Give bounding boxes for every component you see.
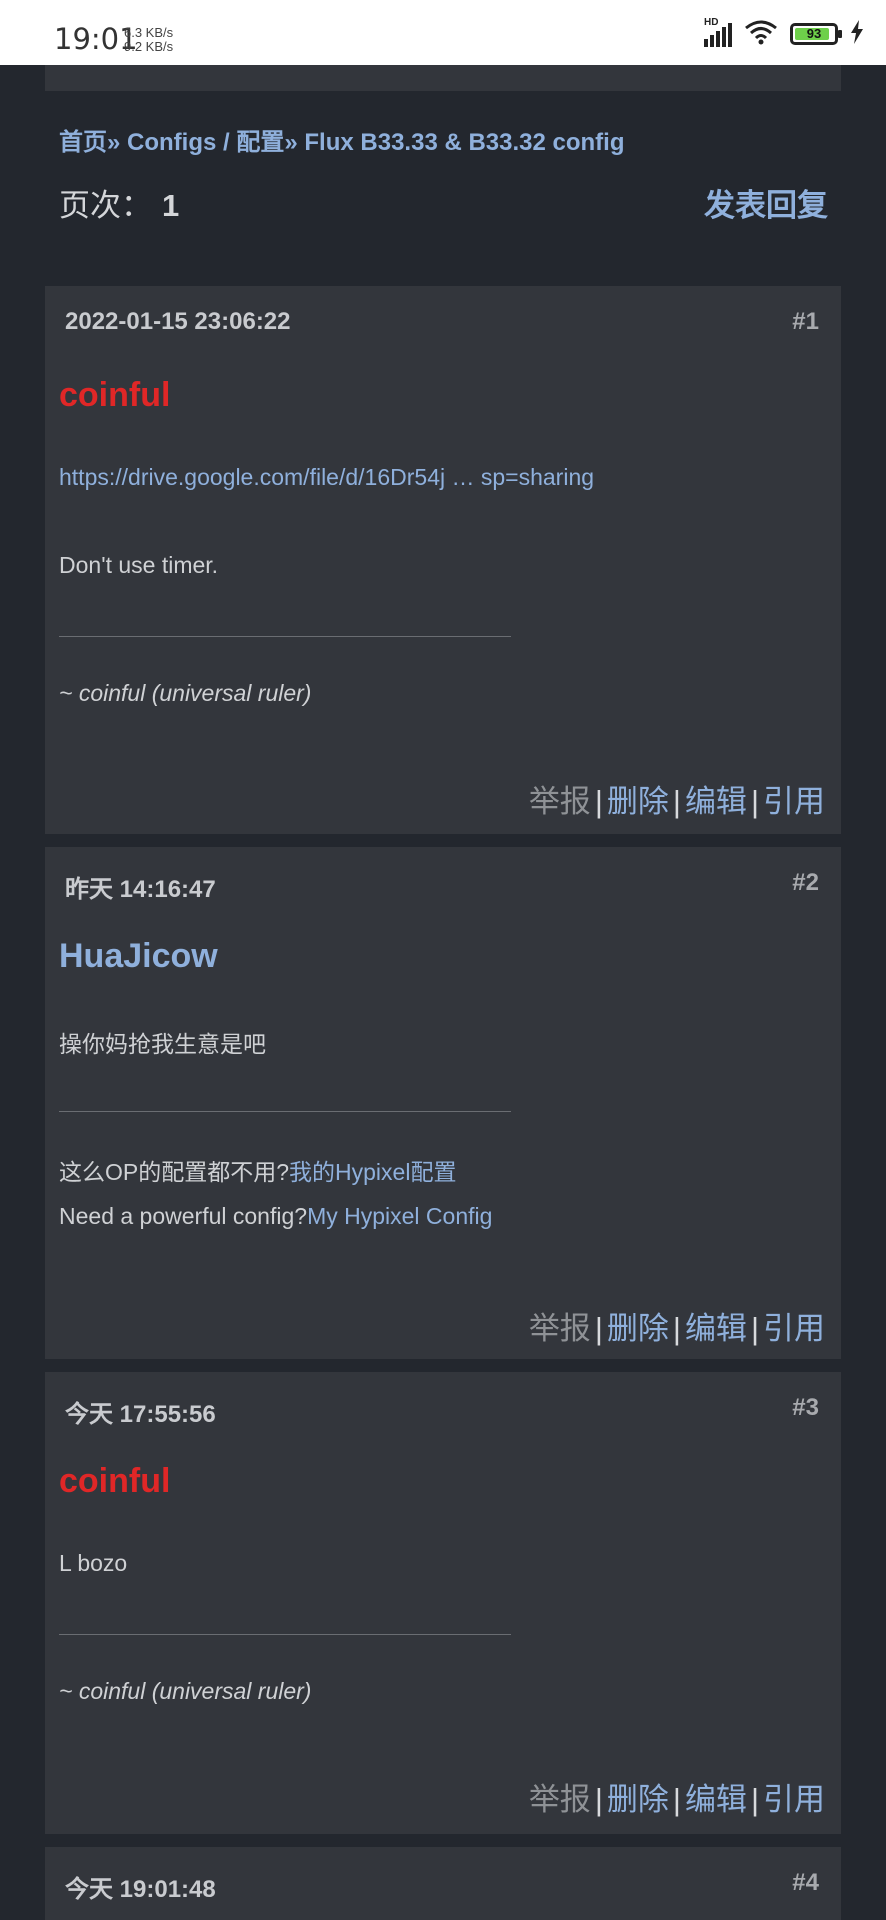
upload-speed: 6.3 KB/s [124,25,174,40]
post-author[interactable]: coinful [59,376,170,415]
edit-button[interactable]: 编辑 [685,1311,747,1346]
header-strip [45,65,841,91]
post-link[interactable]: https://drive.google.com/file/d/16Dr54j … [59,464,594,491]
status-bar: 19:01 6.3 KB/s 9.2 KB/s HD 93 [0,0,886,65]
network-speed: 6.3 KB/s 9.2 KB/s [124,26,173,54]
action-separator: | [594,784,603,819]
delete-button[interactable]: 删除 [607,1782,669,1817]
action-separator: | [594,1782,603,1817]
delete-button[interactable]: 删除 [607,1311,669,1346]
status-icons: HD 93 [704,17,864,50]
post-number[interactable]: #1 [792,308,819,336]
post-body: 操你妈抢我生意是吧 [59,1031,266,1057]
breadcrumb-forum[interactable]: Configs / 配置 [127,129,284,156]
post-body: Don't use timer. [59,552,219,578]
edit-button[interactable]: 编辑 [685,784,747,819]
signature-link[interactable]: My Hypixel Config [307,1203,492,1229]
post-date: 今天 17:55:56 [65,1401,216,1428]
breadcrumb-home[interactable]: 首页 [59,129,107,156]
download-speed: 9.2 KB/s [124,39,174,54]
post-date: 昨天 14:16:47 [65,876,216,903]
quote-button[interactable]: 引用 [763,1311,825,1346]
breadcrumb-separator: » [107,129,121,156]
post: 今天 17:55:56 #3 coinful L bozo ~ coinful … [45,1372,841,1834]
signature-divider [59,1111,511,1112]
signature-text: 这么OP的配置都不用? [59,1159,290,1185]
action-separator: | [672,1782,681,1817]
report-button[interactable]: 举报 [529,784,591,819]
action-separator: | [750,784,759,819]
post: 2022-01-15 23:06:22 #1 coinful https://d… [45,286,841,834]
post-body: L bozo [59,1550,128,1576]
post-date: 今天 19:01:48 [65,1876,216,1903]
action-separator: | [750,1782,759,1817]
breadcrumb-separator: » [284,129,298,156]
signature-line: Need a powerful config?My Hypixel Config [59,1203,492,1230]
quote-button[interactable]: 引用 [763,1782,825,1817]
post-number[interactable]: #3 [792,1394,819,1422]
post: 今天 19:01:48 #4 [45,1847,841,1920]
signature-text: Need a powerful config? [59,1203,308,1229]
cell-signal-icon: HD [704,17,732,47]
post-number[interactable]: #4 [792,1869,819,1897]
page-indicator: 页次： 1 [59,180,179,225]
post-number[interactable]: #2 [792,869,819,897]
battery-level: 93 [806,26,822,41]
quote-button[interactable]: 引用 [763,784,825,819]
signature-divider [59,636,511,637]
charging-icon [850,19,864,49]
post-actions: 举报 | 删除 | 编辑 | 引用 [529,1774,825,1819]
wifi-icon [744,19,778,50]
page-number: 1 [162,188,180,223]
post-reply-button[interactable]: 发表回复 [704,180,828,225]
edit-button[interactable]: 编辑 [685,1782,747,1817]
post-author[interactable]: coinful [59,1462,170,1501]
report-button[interactable]: 举报 [529,1782,591,1817]
page-label: 页次： [59,188,152,223]
breadcrumb-thread[interactable]: Flux B33.33 & B33.32 config [304,129,624,156]
delete-button[interactable]: 删除 [607,784,669,819]
hd-label: HD [704,17,719,28]
post: 昨天 14:16:47 #2 HuaJicow 操你妈抢我生意是吧 这么OP的配… [45,847,841,1359]
action-separator: | [594,1311,603,1346]
post-signature: ~ coinful (universal ruler) [59,1678,312,1704]
action-separator: | [672,1311,681,1346]
action-separator: | [672,784,681,819]
post-date: 2022-01-15 23:06:22 [65,308,291,335]
report-button[interactable]: 举报 [529,1311,591,1346]
signature-link[interactable]: 我的Hypixel配置 [289,1159,456,1185]
post-author[interactable]: HuaJicow [59,937,218,976]
post-actions: 举报 | 删除 | 编辑 | 引用 [529,1303,825,1348]
post-signature: ~ coinful (universal ruler) [59,680,312,706]
signature-divider [59,1634,511,1635]
signature-line: 这么OP的配置都不用?我的Hypixel配置 [59,1153,456,1187]
breadcrumb: 首页» Configs / 配置» Flux B33.33 & B33.32 c… [59,122,625,157]
action-separator: | [750,1311,759,1346]
post-actions: 举报 | 删除 | 编辑 | 引用 [529,776,825,821]
battery-icon: 93 [790,23,842,45]
